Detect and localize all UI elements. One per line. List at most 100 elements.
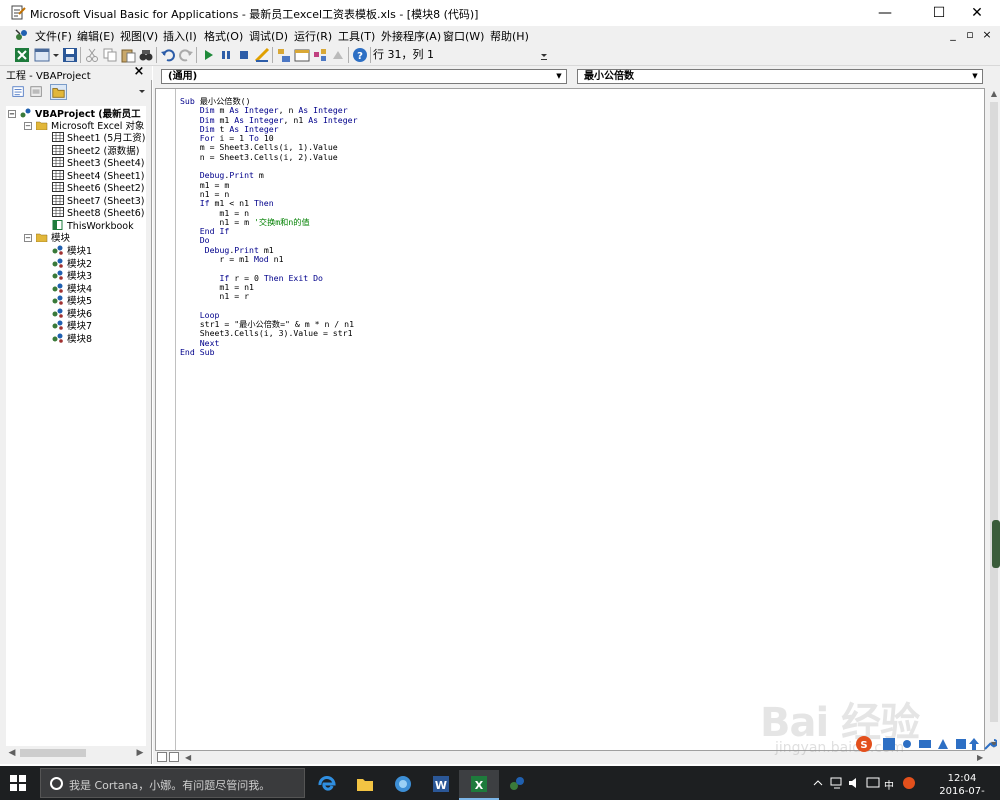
view-code-icon[interactable] xyxy=(10,84,27,100)
help-icon[interactable]: ? xyxy=(352,47,368,63)
scroll-left-arrow-icon[interactable]: ◀ xyxy=(185,751,191,764)
code-vscrollbar[interactable]: ▲ ▼ xyxy=(988,88,1000,751)
tree-item-sheet[interactable]: Sheet7 (Sheet3) xyxy=(52,194,144,207)
scrollbar-thumb[interactable] xyxy=(990,102,998,722)
tree-item-sheet[interactable]: Sheet8 (Sheet6) xyxy=(52,207,144,219)
tree-item-sheet[interactable]: Sheet4 (Sheet1) xyxy=(52,169,144,182)
code-text[interactable]: Sub 最小公倍数() Dim m As Integer, n As Integ… xyxy=(180,96,358,357)
tree-item-module[interactable]: 模块8 xyxy=(52,333,92,345)
insert-userform-icon[interactable] xyxy=(34,47,50,63)
toolbar-overflow-icon[interactable] xyxy=(540,50,548,62)
redo-icon[interactable] xyxy=(178,47,194,63)
tree-item-sheet[interactable]: Sheet6 (Sheet2) xyxy=(52,182,144,194)
tree-folder-excel-objects[interactable]: − Microsoft Excel 对象 xyxy=(24,120,144,132)
ime-toolbox-icon[interactable] xyxy=(955,738,967,750)
find-icon[interactable] xyxy=(138,47,154,63)
tree-item-sheet[interactable]: Sheet1 (5月工资) xyxy=(52,132,146,144)
object-browser-icon[interactable] xyxy=(312,47,328,63)
tree-item-module[interactable]: 模块3 xyxy=(52,270,92,282)
menu-help[interactable]: 帮助(H) xyxy=(490,28,529,44)
collapse-toggle[interactable]: − xyxy=(8,110,16,118)
collapse-toggle[interactable]: − xyxy=(24,122,32,130)
scrollbar-thumb[interactable] xyxy=(20,749,86,757)
message-icon[interactable] xyxy=(866,776,880,790)
volume-icon[interactable] xyxy=(848,776,862,790)
code-line[interactable]: End Sub xyxy=(180,347,358,357)
taskbar-file-explorer[interactable] xyxy=(345,770,385,800)
ime-punct-icon[interactable] xyxy=(901,738,913,750)
ime-keyboard-icon[interactable] xyxy=(919,738,931,750)
ime-skin-icon[interactable] xyxy=(937,738,949,750)
chevron-down-icon[interactable]: ▼ xyxy=(968,70,982,83)
properties-window-icon[interactable] xyxy=(294,47,310,63)
chevron-down-icon[interactable]: ▼ xyxy=(552,70,566,83)
menu-window[interactable]: 窗口(W) xyxy=(443,28,484,44)
menu-view[interactable]: 视图(V) xyxy=(120,28,158,44)
tree-item-module[interactable]: 模块1 xyxy=(52,245,92,257)
excel-view-icon[interactable] xyxy=(14,47,30,63)
design-mode-icon[interactable] xyxy=(254,47,270,63)
tree-item-module[interactable]: 模块6 xyxy=(52,308,92,320)
ime-mode-icon[interactable] xyxy=(883,738,895,750)
minimize-button[interactable]: — xyxy=(862,0,908,26)
tree-item-module[interactable]: 模块2 xyxy=(52,258,92,270)
save-icon[interactable] xyxy=(62,47,78,63)
undo-icon[interactable] xyxy=(160,47,176,63)
mdi-minimize-button[interactable]: _ xyxy=(948,28,958,41)
scroll-right-arrow-icon[interactable]: ▶ xyxy=(134,746,146,760)
sogou-tray-icon[interactable] xyxy=(902,776,916,790)
tree-item-module[interactable]: 模块7 xyxy=(52,320,92,332)
cortana-search-box[interactable]: 我是 Cortana，小娜。有问题尽管问我。 xyxy=(40,768,305,798)
windows-start-icon[interactable] xyxy=(10,775,26,791)
dropdown-arrow-icon[interactable] xyxy=(52,47,60,63)
tree-item-sheet[interactable]: Sheet3 (Sheet4) xyxy=(52,157,144,169)
tree-folder-modules[interactable]: − 模块 xyxy=(24,232,70,244)
code-line[interactable]: n = Sheet3.Cells(i, 2).Value xyxy=(180,152,358,162)
code-line[interactable]: n1 = r xyxy=(180,291,358,301)
tree-item-module[interactable]: 模块5 xyxy=(52,295,92,307)
code-editor[interactable]: Sub 最小公倍数() Dim m As Integer, n As Integ… xyxy=(155,88,985,751)
tree-item-workbook[interactable]: ThisWorkbook xyxy=(52,219,134,232)
collapse-toggle[interactable]: − xyxy=(24,234,32,242)
menu-file[interactable]: 文件(F) xyxy=(35,28,72,44)
pane-toolbar-overflow-icon[interactable] xyxy=(138,84,146,98)
project-explorer-icon[interactable] xyxy=(276,47,292,63)
code-margin-indicator-bar[interactable] xyxy=(156,89,176,750)
pause-icon[interactable] xyxy=(218,47,234,63)
scroll-up-arrow-icon[interactable]: ▲ xyxy=(988,88,1000,100)
menu-run[interactable]: 运行(R) xyxy=(294,28,332,44)
tray-expand-icon[interactable] xyxy=(812,777,824,789)
view-object-icon[interactable] xyxy=(28,84,45,100)
scroll-left-arrow-icon[interactable]: ◀ xyxy=(6,746,18,760)
menu-insert[interactable]: 插入(I) xyxy=(163,28,197,44)
ime-upload-icon[interactable] xyxy=(967,737,981,751)
copy-icon[interactable] xyxy=(102,47,118,63)
taskbar-edge[interactable] xyxy=(307,770,347,800)
taskbar-clock[interactable]: 12:04 2016-07-28 xyxy=(935,772,989,811)
object-combobox[interactable]: (通用) ▼ xyxy=(161,69,567,84)
mdi-close-button[interactable]: × xyxy=(982,28,992,41)
toolbox-icon[interactable] xyxy=(330,47,346,63)
full-module-view-icon[interactable] xyxy=(169,752,179,762)
ime-settings-icon[interactable] xyxy=(983,737,997,751)
close-button[interactable]: ✕ xyxy=(954,0,1000,26)
sogou-ime-logo-icon[interactable]: S xyxy=(855,735,879,753)
procedure-view-icon[interactable] xyxy=(157,752,167,762)
vba-menu-icon[interactable] xyxy=(14,28,28,42)
taskbar-word[interactable]: W xyxy=(421,770,461,800)
taskbar-browser[interactable] xyxy=(383,770,423,800)
tree-item-sheet[interactable]: Sheet2 (源数据) xyxy=(52,144,139,157)
menu-format[interactable]: 格式(O) xyxy=(204,28,243,44)
tree-item-module[interactable]: 模块4 xyxy=(52,283,92,295)
cut-icon[interactable] xyxy=(84,47,100,63)
procedure-combobox[interactable]: 最小公倍数 ▼ xyxy=(577,69,983,84)
menu-debug[interactable]: 调试(D) xyxy=(249,28,288,44)
stop-icon[interactable] xyxy=(236,47,252,63)
taskbar-vba[interactable] xyxy=(497,770,537,800)
network-icon[interactable] xyxy=(830,776,844,790)
tree-root[interactable]: − VBAProject (最新员工 xyxy=(8,108,141,120)
taskbar-excel[interactable]: X xyxy=(459,770,499,800)
run-icon[interactable] xyxy=(200,47,216,63)
menu-addins[interactable]: 外接程序(A) xyxy=(381,28,441,44)
mdi-restore-button[interactable]: ▫ xyxy=(965,28,975,41)
